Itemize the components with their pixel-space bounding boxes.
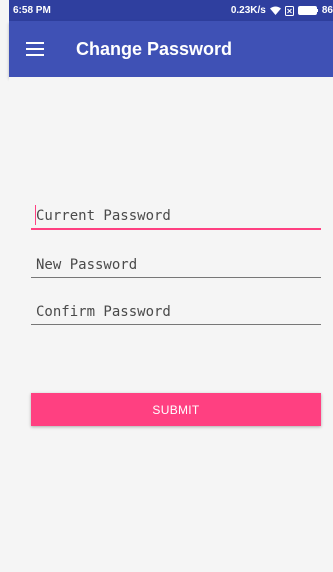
current-password-input[interactable]	[31, 208, 326, 224]
submit-button[interactable]: SUBMIT	[31, 393, 321, 426]
new-password-field-container	[31, 248, 326, 278]
confirm-password-field-container	[31, 295, 326, 325]
battery-icon	[297, 6, 318, 15]
text-cursor	[35, 205, 36, 225]
status-time: 6:58 PM	[13, 5, 51, 16]
current-password-field-container	[31, 200, 326, 230]
network-speed: 0.23K/s	[230, 5, 266, 16]
confirm-password-input[interactable]	[31, 304, 326, 320]
page-title: Change Password	[76, 38, 233, 59]
battery-level: 86	[321, 5, 333, 16]
sim-icon	[284, 5, 294, 16]
status-right: 0.23K/s 86	[231, 5, 333, 16]
toolbar: Change Password	[9, 21, 333, 77]
wifi-icon	[269, 6, 281, 15]
status-bar: 6:58 PM 0.23K/s 86	[9, 0, 333, 21]
change-password-form: SUBMIT	[9, 77, 333, 572]
new-password-input[interactable]	[31, 257, 326, 273]
hamburger-menu-icon[interactable]	[26, 21, 54, 77]
